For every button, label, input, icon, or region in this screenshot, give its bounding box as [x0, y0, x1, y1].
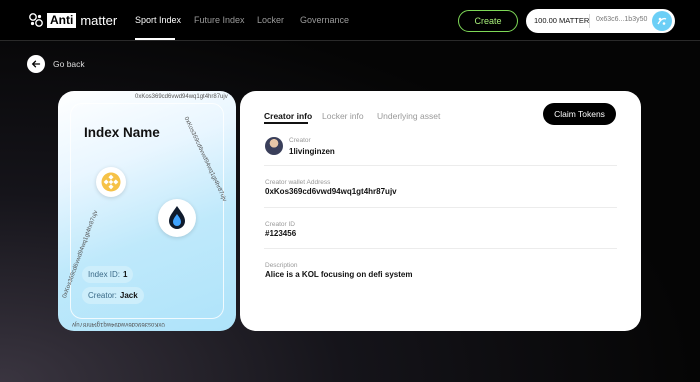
creator-id-label: Creator ID — [265, 221, 295, 228]
divider — [264, 248, 617, 249]
divider — [264, 207, 617, 208]
bnb-icon — [96, 167, 126, 197]
index-card: 0xKos369cd6vwd94wq1gt4hr87ujv 0xKos369cd… — [58, 91, 236, 331]
divider — [264, 165, 617, 166]
creator-chip-label: Creator: — [88, 291, 117, 300]
antimatter-logo[interactable]: Anti matter — [28, 12, 117, 28]
wallet-address-value: 0xKos369cd6vwd94wq1gt4hr87ujv — [265, 187, 397, 196]
nav-governance[interactable]: Governance — [300, 15, 349, 25]
top-bar: Anti matter Sport Index Future Index Loc… — [0, 0, 700, 41]
wallet-divider — [589, 14, 590, 28]
arrow-left-icon[interactable] — [27, 55, 45, 73]
nav-sport-index[interactable]: Sport Index — [135, 15, 181, 25]
wallet-widget[interactable]: 100.00 MATTER 0x63c6...1b3y50 — [526, 9, 675, 33]
nav-future-index[interactable]: Future Index — [194, 15, 245, 25]
index-id-value: 1 — [123, 270, 128, 279]
description-value: Alice is a KOL focusing on defi system — [265, 270, 413, 279]
go-back-button[interactable]: Go back — [27, 55, 85, 73]
tab-active-indicator — [264, 122, 308, 124]
logo-icon — [29, 13, 43, 27]
index-id-chip: Index ID: 1 — [82, 266, 134, 283]
go-back-label: Go back — [53, 59, 85, 69]
description-label: Description — [265, 262, 298, 269]
nav-locker[interactable]: Locker — [257, 15, 284, 25]
logo-matter-text: matter — [80, 12, 118, 28]
wallet-balance: 100.00 MATTER — [534, 16, 590, 25]
create-button[interactable]: Create — [458, 10, 518, 32]
creator-chip: Creator: Jack — [82, 287, 144, 304]
tab-underlying-asset[interactable]: Underlying asset — [377, 111, 440, 121]
claim-tokens-button[interactable]: Claim Tokens — [543, 103, 616, 125]
creator-name: 1livinginzen — [289, 147, 335, 156]
logo-anti-text: Anti — [47, 12, 77, 28]
wallet-avatar-icon[interactable] — [652, 11, 672, 31]
creator-chip-value: Jack — [119, 291, 138, 300]
nav-active-indicator — [135, 38, 175, 40]
index-name-title: Index Name — [84, 125, 160, 140]
card-edge-text-bottom: 0xKos369cd6vwd94wq1gt4hr87ujv — [72, 321, 165, 327]
detail-panel: Creator info Locker info Underlying asse… — [240, 91, 641, 331]
index-id-label: Index ID: — [88, 270, 121, 279]
wallet-address[interactable]: 0x63c6...1b3y50 — [596, 16, 647, 23]
tab-locker-info[interactable]: Locker info — [322, 111, 364, 121]
tab-creator-info[interactable]: Creator info — [264, 111, 312, 121]
hive-icon — [158, 199, 196, 237]
card-edge-text-top: 0xKos369cd6vwd94wq1gt4hr87ujv — [135, 94, 228, 100]
wallet-address-label: Creator wallet Address — [265, 179, 331, 186]
creator-id-value: #123456 — [265, 229, 297, 238]
creator-avatar — [265, 137, 283, 155]
creator-label: Creator — [289, 137, 311, 144]
